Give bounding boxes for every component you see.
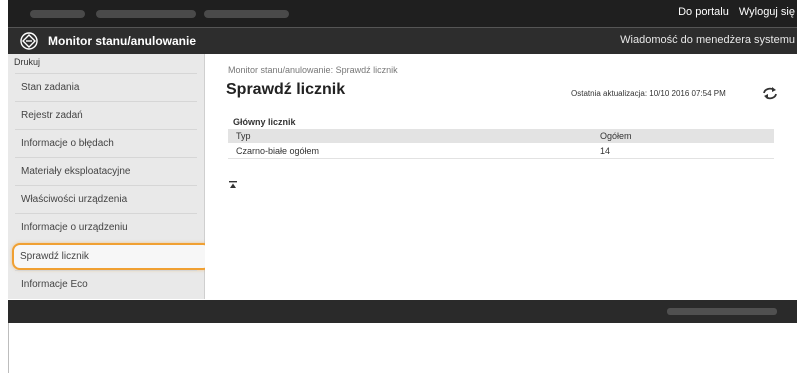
counter-table: Typ Ogółem Czarno-białe ogółem 14: [228, 129, 774, 159]
message-to-admin-link[interactable]: Wiadomość do menedżera systemu: [620, 34, 795, 46]
table-row: Czarno-białe ogółem 14: [228, 143, 774, 159]
counter-type-cell: Czarno-białe ogółem: [228, 143, 592, 159]
sidebar-item-job-log[interactable]: Rejestr zadań: [15, 101, 197, 128]
sidebar-header: Drukuj: [14, 57, 41, 67]
refresh-icon[interactable]: [762, 86, 778, 100]
main-content: Monitor stanu/anulowanie: Sprawdź liczni…: [205, 54, 797, 299]
main-counter-section-title: Główny licznik: [233, 117, 296, 127]
breadcrumb: Monitor stanu/anulowanie: Sprawdź liczni…: [228, 65, 398, 75]
sidebar-item-job-status[interactable]: Stan zadania: [15, 73, 197, 100]
logout-link[interactable]: Wyloguj się: [739, 6, 795, 18]
blurred-top-item: [30, 10, 85, 18]
footer-bar: [8, 300, 797, 323]
collapse-icon[interactable]: [229, 181, 237, 189]
column-header-type: Typ: [228, 129, 592, 143]
blurred-top-item: [204, 10, 289, 18]
sidebar-item-check-counter[interactable]: Sprawdź licznik: [12, 243, 211, 270]
top-links: Do portalu Wyloguj się: [678, 6, 795, 18]
title-bar: Monitor stanu/anulowanie Wiadomość do me…: [8, 27, 797, 54]
sidebar: Drukuj Stan zadania Rejestr zadań Inform…: [8, 54, 211, 299]
sidebar-item-device-info[interactable]: Informacje o urządzeniu: [15, 213, 197, 240]
page-below-area: [8, 323, 797, 373]
sidebar-item-error-info[interactable]: Informacje o błędach: [15, 129, 197, 156]
app-title: Monitor stanu/anulowanie: [48, 34, 197, 48]
counter-total-cell: 14: [592, 143, 774, 159]
page-title: Sprawdź licznik: [226, 81, 346, 98]
sidebar-item-eco-info[interactable]: Informacje Eco: [15, 270, 197, 297]
table-header-row: Typ Ogółem: [228, 129, 774, 143]
blurred-top-item: [96, 10, 196, 18]
sidebar-item-consumables[interactable]: Materiały eksploatacyjne: [15, 157, 197, 184]
blurred-footer-item: [667, 308, 777, 315]
diamond-logo-icon: [20, 32, 38, 50]
portal-link[interactable]: Do portalu: [678, 6, 729, 18]
sidebar-item-device-features[interactable]: Właściwości urządzenia: [15, 185, 197, 212]
top-bar: Do portalu Wyloguj się: [8, 0, 797, 27]
last-update-text: Ostatnia aktualizacja: 10/10 2016 07:54 …: [571, 89, 726, 98]
column-header-total: Ogółem: [592, 129, 774, 143]
